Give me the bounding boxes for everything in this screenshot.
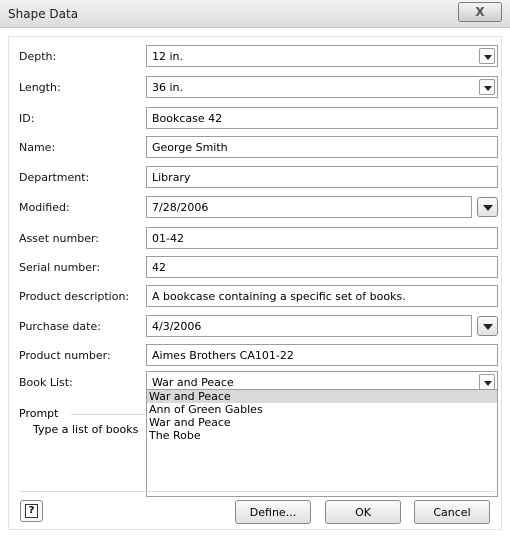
chevron-down-icon[interactable] xyxy=(479,79,495,95)
shape-data-dialog: Shape Data X Depth: 12 in. Length: 36 in… xyxy=(0,0,510,538)
length-row: Length: 36 in. xyxy=(9,76,503,100)
department-label: Department: xyxy=(19,171,90,184)
dialog-content: Depth: 12 in. Length: 36 in. ID: Bookcas… xyxy=(8,36,502,530)
chevron-down-icon[interactable] xyxy=(479,374,495,390)
list-item[interactable]: The Robe xyxy=(147,429,497,442)
length-value: 36 in. xyxy=(152,81,184,94)
modified-date-input[interactable]: 7/28/2006 xyxy=(146,196,472,218)
asset-number-input[interactable]: 01-42 xyxy=(146,227,498,249)
modified-row: Modified: 7/28/2006 xyxy=(9,196,503,220)
prompt-label: Prompt xyxy=(19,407,59,420)
id-input[interactable]: Bookcase 42 xyxy=(146,107,498,129)
name-row: Name: George Smith xyxy=(9,136,503,160)
ok-button[interactable]: OK xyxy=(325,500,401,524)
length-dropdown[interactable]: 36 in. xyxy=(146,76,498,98)
purchase-date-label: Purchase date: xyxy=(19,320,101,333)
product-number-row: Product number: Aimes Brothers CA101-22 xyxy=(9,344,503,368)
id-label: ID: xyxy=(19,112,35,125)
depth-row: Depth: 12 in. xyxy=(9,45,503,69)
serial-number-input[interactable]: 42 xyxy=(146,256,498,278)
department-input[interactable]: Library xyxy=(146,166,498,188)
id-row: ID: Bookcase 42 xyxy=(9,107,503,131)
help-icon: ? xyxy=(25,504,38,518)
book-list-value: War and Peace xyxy=(152,376,234,389)
button-separator xyxy=(19,491,495,492)
chevron-down-icon[interactable] xyxy=(479,48,495,64)
purchase-date-input[interactable]: 4/3/2006 xyxy=(146,315,472,337)
prompt-divider xyxy=(71,414,145,415)
department-row: Department: Library xyxy=(9,166,503,190)
asset-number-label: Asset number: xyxy=(19,232,100,245)
title-bar: Shape Data X xyxy=(0,0,510,28)
name-label: Name: xyxy=(19,141,56,154)
serial-number-label: Serial number: xyxy=(19,261,101,274)
dialog-title: Shape Data xyxy=(8,7,79,21)
asset-number-row: Asset number: 01-42 xyxy=(9,227,503,251)
cancel-button[interactable]: Cancel xyxy=(414,500,490,524)
list-item[interactable]: War and Peace xyxy=(147,390,497,403)
list-item[interactable]: War and Peace xyxy=(147,416,497,429)
modified-date-picker-button[interactable] xyxy=(477,197,498,217)
product-number-label: Product number: xyxy=(19,349,111,362)
depth-dropdown[interactable]: 12 in. xyxy=(146,45,498,67)
book-list-dropdown: War and Peace Ann of Green Gables War an… xyxy=(146,389,498,497)
product-description-input[interactable]: A bookcase containing a specific set of … xyxy=(146,285,498,307)
prompt-text: Type a list of books xyxy=(33,423,139,436)
serial-number-row: Serial number: 42 xyxy=(9,256,503,280)
product-description-label: Product description: xyxy=(19,290,130,303)
depth-label: Depth: xyxy=(19,50,57,63)
length-label: Length: xyxy=(19,81,61,94)
close-button[interactable]: X xyxy=(458,2,502,22)
modified-label: Modified: xyxy=(19,201,70,214)
product-number-input[interactable]: Aimes Brothers CA101-22 xyxy=(146,344,498,366)
name-input[interactable]: George Smith xyxy=(146,136,498,158)
list-item[interactable]: Ann of Green Gables xyxy=(147,403,497,416)
depth-value: 12 in. xyxy=(152,50,184,63)
help-button[interactable]: ? xyxy=(20,500,43,522)
purchase-date-picker-button[interactable] xyxy=(477,316,498,336)
define-button[interactable]: Define... xyxy=(235,500,311,524)
book-list-label: Book List: xyxy=(19,376,73,389)
purchase-date-row: Purchase date: 4/3/2006 xyxy=(9,315,503,339)
product-description-row: Product description: A bookcase containi… xyxy=(9,285,503,309)
